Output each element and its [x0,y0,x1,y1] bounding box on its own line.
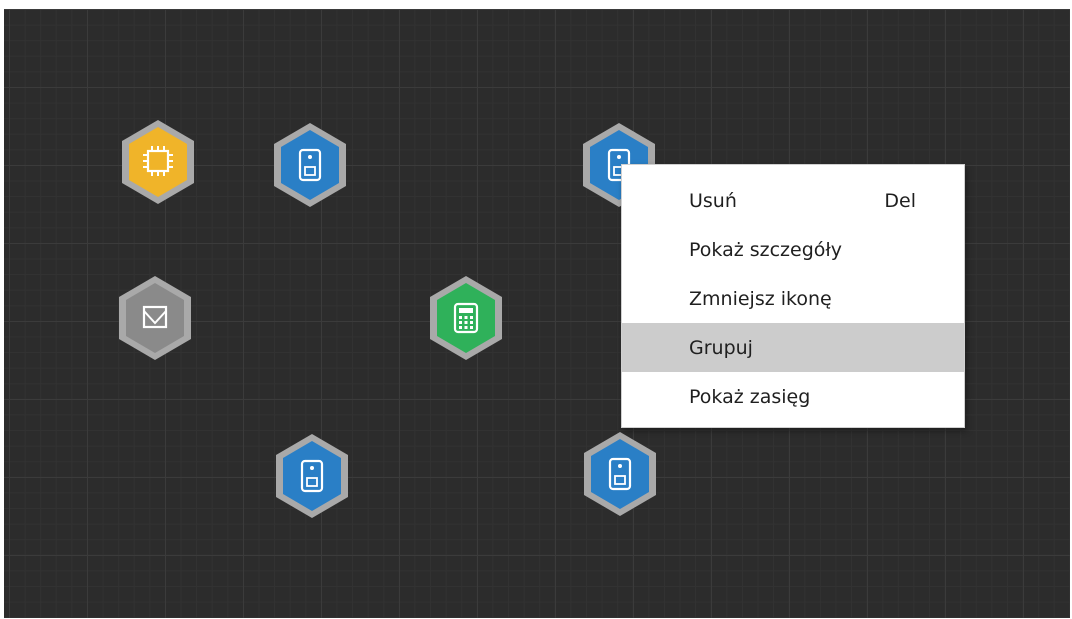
menu-item-shortcut: Del [884,189,916,212]
envelope-node[interactable] [115,274,195,362]
chip-node[interactable] [118,118,198,206]
chip-icon [122,120,194,204]
menu-item-label: Usuń [689,189,737,212]
card-reader-icon [274,123,346,207]
keypad-icon [430,276,502,360]
reader-node-bottom-left[interactable] [272,432,352,520]
card-reader-icon [276,434,348,518]
menu-item-show-details[interactable]: Pokaż szczegóły [622,225,964,274]
menu-item-label: Grupuj [689,336,753,359]
reader-node-bottom-right[interactable] [580,430,660,518]
menu-item-delete[interactable]: Usuń Del [622,176,964,225]
card-reader-icon [584,432,656,516]
envelope-icon [119,276,191,360]
context-menu: Usuń Del Pokaż szczegóły Zmniejsz ikonę … [621,164,965,428]
menu-item-label: Pokaż szczegóły [689,238,843,261]
menu-item-label: Pokaż zasięg [689,385,811,408]
menu-item-show-range[interactable]: Pokaż zasięg [622,372,964,421]
reader-node-top-left[interactable] [270,121,350,209]
menu-item-shrink-icon[interactable]: Zmniejsz ikonę [622,274,964,323]
menu-item-label: Zmniejsz ikonę [689,287,832,310]
menu-item-group[interactable]: Grupuj [622,323,964,372]
keypad-node[interactable] [426,274,506,362]
